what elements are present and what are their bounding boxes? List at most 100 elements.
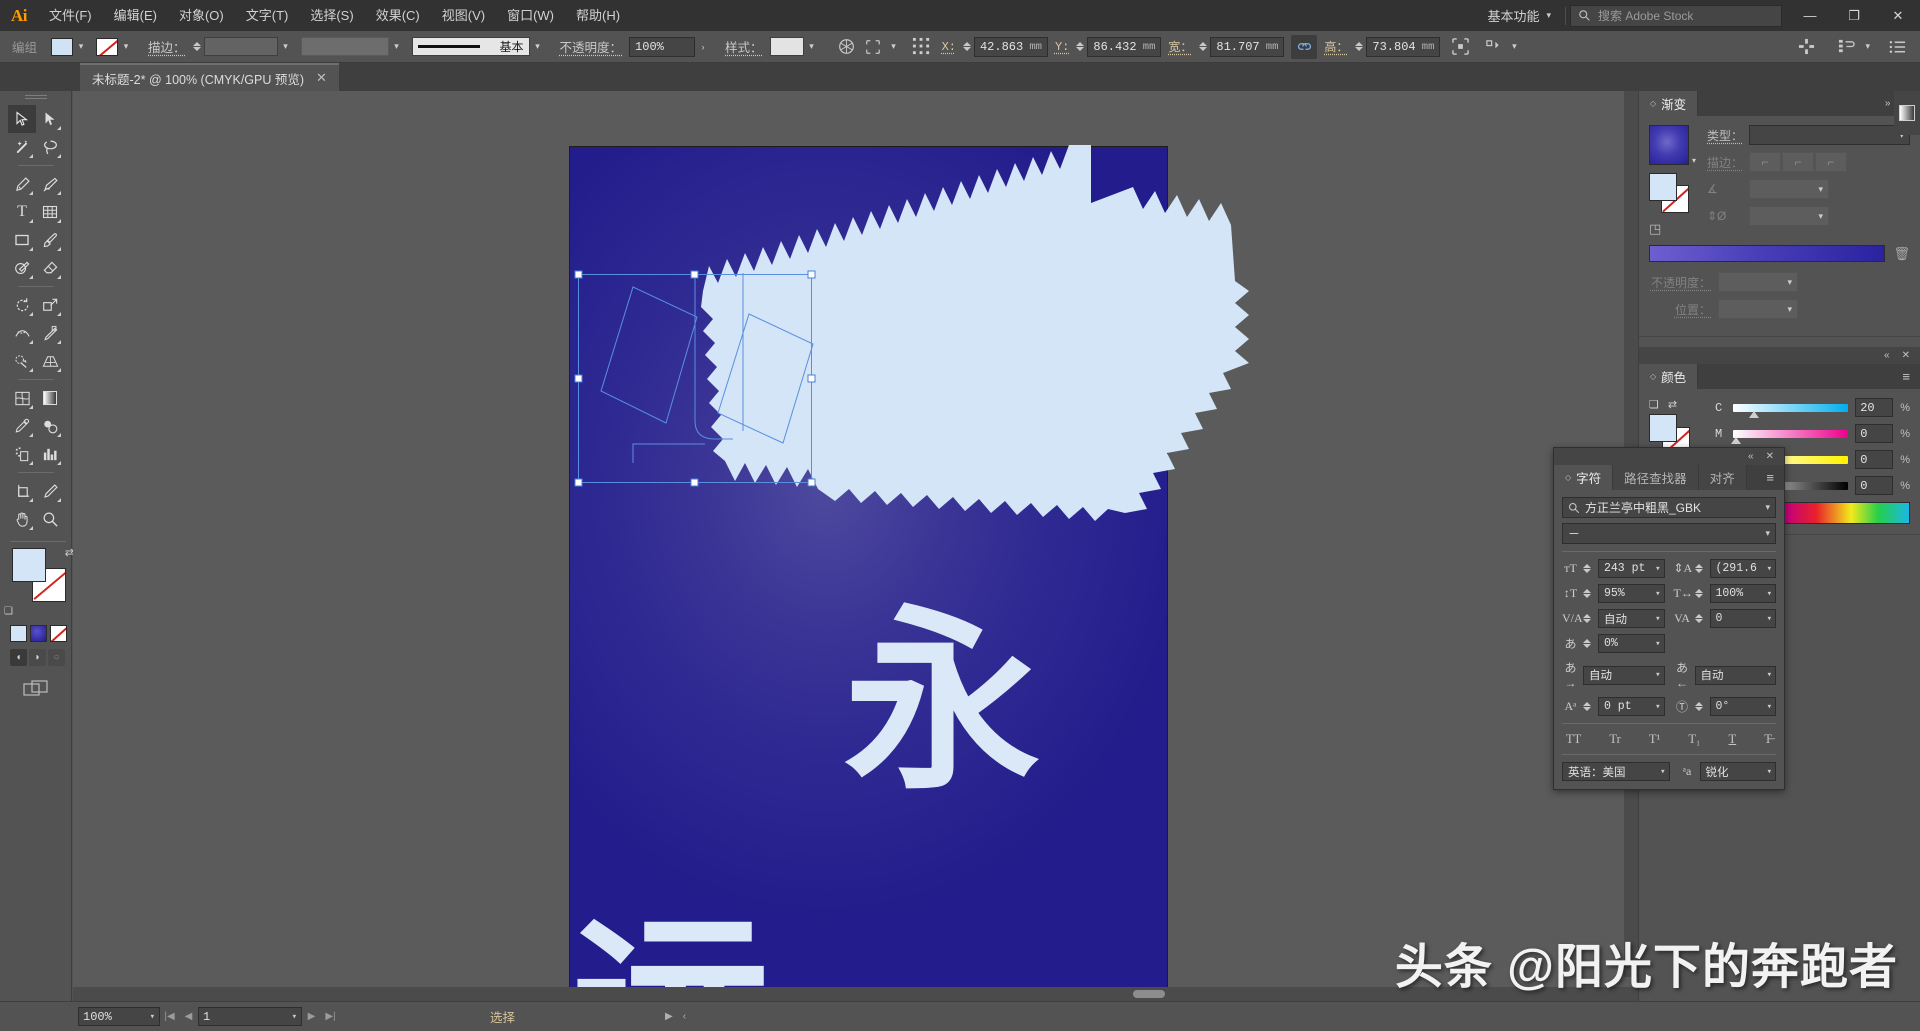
stroke-dropdown-icon[interactable]: ▾ <box>118 37 134 57</box>
superscript-button[interactable]: T¹ <box>1649 732 1660 747</box>
baseline-shift-input[interactable]: 0 pt ▾ <box>1598 697 1665 716</box>
prev-artboard-button[interactable]: ◀ <box>179 1007 198 1026</box>
gradient-swatch-button[interactable] <box>30 625 47 642</box>
transform-icon[interactable] <box>1447 35 1473 59</box>
height-stepper[interactable] <box>1355 42 1364 51</box>
space-before-input[interactable]: 自动 ▾ <box>1583 665 1665 685</box>
shape-builder-tool[interactable] <box>8 347 36 375</box>
menu-object[interactable]: 对象(O) <box>168 0 235 31</box>
align-dropdown-icon[interactable]: ▾ <box>1506 37 1522 57</box>
slice-tool[interactable] <box>36 477 64 505</box>
arrange-dropdown-icon[interactable]: ▾ <box>1865 41 1870 52</box>
gradient-slider[interactable] <box>1649 245 1886 262</box>
gradient-location-select[interactable]: ▾ <box>1718 299 1798 319</box>
horizontal-scrollbar-thumb[interactable] <box>1133 990 1165 998</box>
font-family-select[interactable]: 方正兰亭中粗黑_GBK ▾ <box>1562 497 1776 518</box>
first-artboard-button[interactable]: |◀ <box>160 1007 179 1026</box>
menu-effect[interactable]: 效果(C) <box>365 0 431 31</box>
mesh-tool[interactable] <box>8 384 36 412</box>
fill-color-swatch[interactable] <box>12 548 46 582</box>
workspace-switcher[interactable]: 基本功能 ▾ <box>1477 0 1561 31</box>
x-stepper[interactable] <box>962 42 971 51</box>
stroke-along-button[interactable]: ⌐ <box>1782 152 1814 172</box>
stroke-across-button[interactable]: ⌐ <box>1815 152 1847 172</box>
select-similar-dropdown-icon[interactable]: ▾ <box>886 37 902 57</box>
tab-pathfinder[interactable]: 路径查找器 <box>1613 465 1699 490</box>
graphic-style-swatch[interactable] <box>769 37 804 56</box>
cmyk-slider-c[interactable] <box>1733 403 1849 418</box>
perspective-grid-tool[interactable] <box>36 347 64 375</box>
curvature-tool[interactable] <box>36 170 64 198</box>
lasso-tool[interactable] <box>36 133 64 161</box>
stroke-weight-field[interactable] <box>203 37 278 56</box>
stroke-weight-dropdown-icon[interactable]: ▾ <box>278 37 294 57</box>
small-caps-button[interactable]: Tr <box>1609 732 1620 747</box>
menu-view[interactable]: 视图(V) <box>431 0 496 31</box>
character-panel-menu-icon[interactable]: ≡ <box>1756 465 1784 490</box>
stroke-profile-field[interactable] <box>300 37 389 56</box>
width-tool[interactable] <box>8 319 36 347</box>
artboard-tool[interactable] <box>8 477 36 505</box>
jagged-artwork[interactable] <box>73 91 1638 1001</box>
opacity-field[interactable]: 100% <box>629 36 696 57</box>
panel-menu-icon[interactable] <box>1884 35 1910 59</box>
lock-aspect-ratio-icon[interactable] <box>1291 34 1318 59</box>
color-fill-swatch[interactable] <box>1649 414 1677 442</box>
fill-swatch[interactable] <box>51 37 74 56</box>
none-swatch-button[interactable] <box>50 625 67 642</box>
distribute-spacing-icon[interactable] <box>1793 35 1819 59</box>
tracking-input[interactable]: 0 ▾ <box>1709 609 1776 628</box>
underline-button[interactable]: T <box>1729 732 1737 747</box>
proportional-stepper[interactable] <box>1583 639 1591 648</box>
stroke-style-field[interactable]: 基本 <box>411 37 530 56</box>
leading-stepper[interactable] <box>1694 564 1703 573</box>
stroke-weight-stepper[interactable] <box>192 42 201 51</box>
close-button[interactable]: ✕ <box>1876 0 1920 31</box>
type-tool[interactable]: T <box>8 198 36 226</box>
tab-align[interactable]: 对齐 <box>1698 465 1747 490</box>
gradient-aspect-select[interactable]: ▾ <box>1749 206 1829 226</box>
select-similar-icon[interactable] <box>860 35 886 59</box>
recolor-artwork-icon[interactable] <box>834 35 860 59</box>
document-tab[interactable]: 未标题-2* @ 100% (CMYK/GPU 预览) ✕ <box>80 63 339 91</box>
gradient-fill-swatch[interactable] <box>1649 173 1677 201</box>
tracking-stepper[interactable] <box>1694 614 1703 623</box>
shaper-tool[interactable] <box>8 254 36 282</box>
eyedropper-tool[interactable] <box>8 412 36 440</box>
arrange-documents-icon[interactable] <box>1833 35 1859 59</box>
menu-type[interactable]: 文字(T) <box>235 0 300 31</box>
menu-window[interactable]: 窗口(W) <box>496 0 565 31</box>
gradient-preview-thumbnail[interactable] <box>1649 125 1689 165</box>
gradient-presets-dropdown-icon[interactable]: ▾ <box>1692 156 1696 165</box>
menu-select[interactable]: 选择(S) <box>299 0 364 31</box>
next-artboard-button[interactable]: ▶ <box>302 1007 321 1026</box>
vertical-scale-input[interactable]: 95% ▾ <box>1598 584 1665 603</box>
kerning-stepper[interactable] <box>1583 614 1591 623</box>
status-prev-icon[interactable]: ‹ <box>683 1011 686 1022</box>
stroke-swatch[interactable] <box>96 37 119 56</box>
tab-character[interactable]: ◇ 字符 <box>1554 465 1614 490</box>
collapsed-panel-strip[interactable] <box>1894 91 1920 135</box>
artboard-number-field[interactable]: 1 ▾ <box>198 1007 302 1026</box>
cmyk-value-k[interactable]: 0 <box>1855 476 1894 495</box>
leading-input[interactable]: (291.6 ▾ <box>1709 559 1776 578</box>
default-fill-stroke-icon[interactable]: ❏ <box>4 606 71 617</box>
width-field[interactable]: 81.707 mm <box>1210 36 1285 57</box>
table-tool[interactable] <box>36 198 64 226</box>
gradient-aspect-icon[interactable]: ◳ <box>1649 221 1661 237</box>
gradient-panel-icon[interactable] <box>1899 105 1915 121</box>
menu-edit[interactable]: 编辑(E) <box>103 0 168 31</box>
collapse-icon[interactable]: » <box>1885 98 1891 109</box>
zoom-tool[interactable] <box>36 505 64 533</box>
tab-gradient[interactable]: ◇ 渐变 <box>1639 91 1699 116</box>
collapse-icon[interactable]: « <box>1884 350 1890 361</box>
font-size-input[interactable]: 243 pt ▾ <box>1598 559 1665 578</box>
antialias-select[interactable]: 锐化 ▾ <box>1699 762 1776 781</box>
opacity-flyout-icon[interactable]: › <box>695 37 711 57</box>
language-select[interactable]: 英语：美国 ▾ <box>1562 762 1670 781</box>
gradient-tool[interactable] <box>36 384 64 412</box>
minimize-button[interactable]: — <box>1788 0 1832 31</box>
close-icon[interactable]: ✕ <box>1766 451 1774 462</box>
character-rotation-stepper[interactable] <box>1694 702 1703 711</box>
cmyk-value-m[interactable]: 0 <box>1855 424 1894 443</box>
